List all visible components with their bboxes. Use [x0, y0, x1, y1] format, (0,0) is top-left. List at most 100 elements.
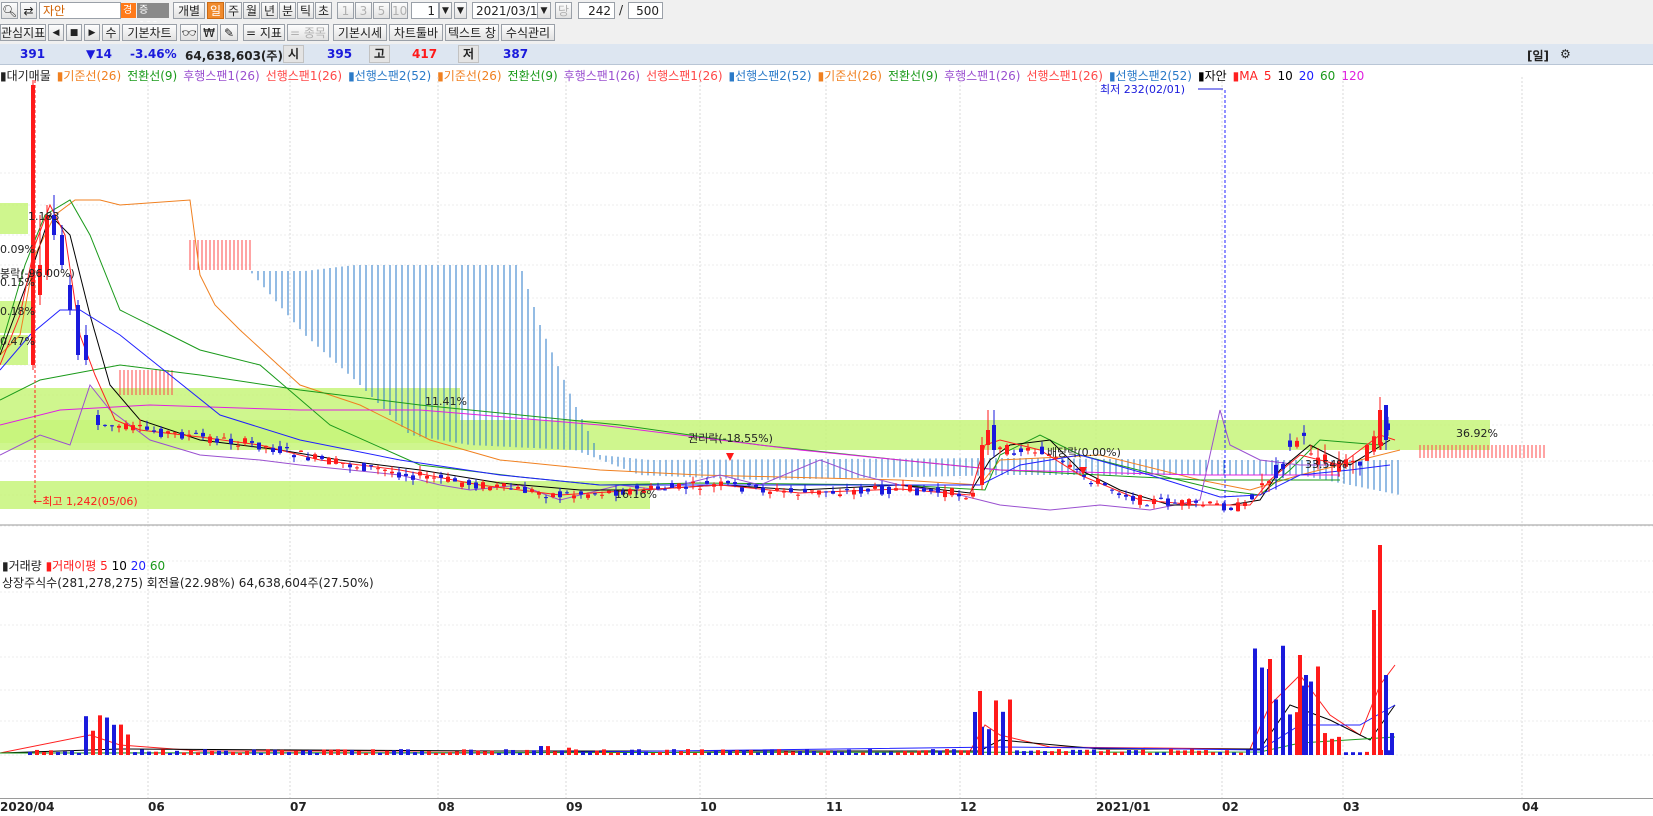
pct-label: 33.54%: [1305, 458, 1347, 471]
text-window-button[interactable]: 텍스트 창: [445, 24, 499, 41]
glasses-icon[interactable]: 👓︎: [180, 24, 198, 41]
count-chevron-down-icon[interactable]: ▼: [439, 2, 452, 19]
volume-legend-title: ▮거래량: [2, 559, 42, 573]
candle-body: [229, 438, 233, 444]
minute-5-button[interactable]: 5: [373, 2, 390, 19]
candle-body: [579, 491, 583, 495]
settings-icon[interactable]: ⚙: [1560, 47, 1571, 61]
individual-button[interactable]: 개별: [173, 2, 205, 19]
su-button[interactable]: 수: [102, 24, 120, 41]
date-input[interactable]: 2021/03/12: [472, 2, 538, 19]
x-axis-tick-label: 12: [960, 800, 977, 814]
refresh-icon[interactable]: ⇄: [20, 2, 37, 19]
volume-bar: [1183, 750, 1187, 755]
count-separator: /: [619, 3, 624, 17]
volume-bar: [112, 724, 116, 755]
volume-bar: [238, 752, 242, 755]
high-value: 417: [412, 47, 438, 61]
period-week-button[interactable]: 주: [225, 2, 242, 19]
volume-bar: [1155, 752, 1159, 755]
candle-body: [110, 425, 114, 427]
volume-bar: [511, 749, 515, 755]
candle-body: [257, 442, 261, 450]
period-month-button[interactable]: 월: [243, 2, 260, 19]
view-count-input[interactable]: 242: [578, 2, 615, 19]
won-icon[interactable]: ₩: [200, 24, 218, 41]
volume-bar: [1218, 751, 1222, 755]
volume-bar: [1029, 750, 1033, 755]
candle-body: [509, 488, 513, 490]
stock-name-input[interactable]: 자안: [39, 2, 121, 19]
candle-body: [859, 487, 863, 494]
interest-indicator-button[interactable]: 관심지표: [0, 24, 46, 41]
volume-bar: [938, 750, 942, 755]
candle-body: [355, 467, 359, 469]
indicator-button[interactable]: = 지표: [243, 24, 285, 41]
volume-bar: [777, 749, 781, 755]
candle-body: [747, 483, 751, 485]
volume-bar: [693, 752, 697, 755]
candle-body: [1351, 460, 1355, 463]
candle-body: [957, 493, 961, 497]
tool-icon[interactable]: ✎: [220, 24, 238, 41]
volume-ma-60: 60: [149, 559, 166, 573]
period-tick-button[interactable]: 틱: [297, 2, 314, 19]
candle-body: [1040, 446, 1044, 455]
formula-manage-button[interactable]: 수식관리: [501, 24, 555, 41]
candle-body: [1145, 505, 1149, 507]
volume-bar: [854, 752, 858, 755]
next-arrow-icon[interactable]: ▶: [84, 24, 100, 41]
count-chevron-down-icon-2[interactable]: ▼: [454, 2, 467, 19]
period-day-button[interactable]: 일: [207, 2, 224, 19]
candle-body: [124, 423, 128, 430]
volume-bar: [161, 749, 165, 755]
candle-body: [439, 474, 443, 478]
chart-toolbar-button[interactable]: 차트툴바: [389, 24, 443, 41]
basic-quote-button[interactable]: 기본시세: [333, 24, 387, 41]
x-axis-tick-label: 10: [700, 800, 717, 814]
period-minute-button[interactable]: 분: [279, 2, 296, 19]
total-count-input[interactable]: 500: [628, 2, 663, 19]
minute-10-button[interactable]: 10: [391, 2, 408, 19]
period-second-button[interactable]: 초: [315, 2, 332, 19]
count-input[interactable]: 1: [411, 2, 439, 19]
period-year-button[interactable]: 년: [261, 2, 278, 19]
volume-bar: [77, 752, 81, 755]
candle-body: [215, 438, 219, 443]
candle-body: [180, 432, 184, 439]
minute-3-button[interactable]: 3: [355, 2, 372, 19]
candle-body: [467, 480, 471, 485]
volume-bar: [252, 749, 256, 755]
price-chart[interactable]: ←최고 1,242(05/06)최저 232(02/01)1.1830.09%봉…: [0, 65, 1653, 798]
minute-1-button[interactable]: 1: [337, 2, 354, 19]
current-button[interactable]: 당: [555, 2, 572, 19]
volume-bar: [1260, 667, 1264, 755]
volume-bar: [952, 749, 956, 755]
candle-body: [565, 492, 569, 494]
candle-body: [551, 493, 555, 498]
candle-body: [1096, 478, 1100, 484]
candle-body: [908, 484, 912, 492]
candle-body: [76, 305, 80, 355]
candle-body: [481, 482, 485, 489]
volume-bar: [189, 750, 193, 755]
prev-arrow-icon[interactable]: ◀: [48, 24, 64, 41]
volume-bar: [504, 749, 508, 755]
candle-body: [824, 491, 828, 493]
item-button[interactable]: = 종목: [287, 24, 329, 41]
candle-body: [663, 489, 667, 491]
volume-bar: [651, 752, 655, 755]
candle-body: [964, 498, 968, 500]
stop-icon[interactable]: ■: [66, 24, 82, 41]
volume-bar: [1298, 655, 1302, 755]
volume-bar: [672, 749, 676, 755]
candle-body: [432, 477, 436, 479]
candle-body: [31, 85, 35, 365]
candle-body: [733, 482, 737, 485]
volume-bar: [63, 751, 67, 755]
x-axis-tick-label: 07: [290, 800, 307, 814]
basic-chart-button[interactable]: 기본차트: [122, 24, 177, 41]
search-icon[interactable]: 🔍︎: [1, 2, 18, 19]
date-chevron-down-icon[interactable]: ▼: [537, 2, 551, 19]
candle-body: [250, 441, 254, 443]
